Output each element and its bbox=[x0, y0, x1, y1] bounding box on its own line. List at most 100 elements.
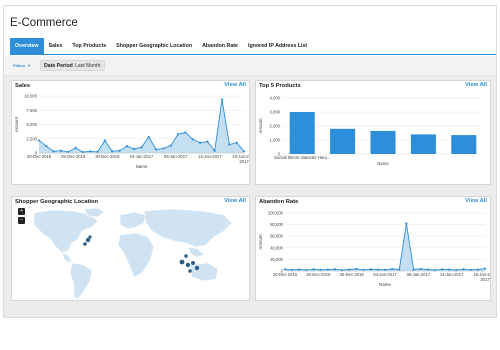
view-all-link[interactable]: View All bbox=[465, 82, 487, 88]
data-point bbox=[441, 268, 444, 271]
map-point bbox=[191, 261, 195, 265]
series-area bbox=[285, 223, 485, 271]
data-point bbox=[298, 268, 301, 271]
data-point bbox=[103, 139, 106, 142]
data-point bbox=[155, 148, 158, 151]
europe-shape bbox=[119, 211, 147, 230]
app-title: E-Commerce bbox=[10, 17, 78, 29]
top-products-chart: 01,0002,0003,0004,000Earrall 50mm diamet… bbox=[258, 96, 484, 166]
tab-top-products[interactable]: Top Products bbox=[67, 38, 111, 55]
filter-bar: Filters ▼ Date Period Last Month bbox=[4, 56, 496, 76]
data-point bbox=[462, 268, 465, 271]
abandon-rate-chart: 020,00040,00060,00080,000100,00020-Dec-2… bbox=[258, 211, 490, 288]
x-tick-label: 09-Jan-2017 bbox=[407, 272, 431, 277]
data-point bbox=[111, 150, 114, 153]
data-point bbox=[398, 268, 401, 271]
africa-shape bbox=[117, 232, 155, 278]
data-point bbox=[191, 138, 194, 141]
x-tick-label: 30-Dec-2016 bbox=[95, 154, 120, 159]
view-all-link[interactable]: View All bbox=[224, 82, 246, 88]
x-axis-label: Name bbox=[379, 282, 391, 287]
data-point bbox=[412, 268, 415, 271]
y-tick-label: 100,000 bbox=[268, 211, 284, 216]
tab-bar: Overview Sales Top Products Shopper Geog… bbox=[10, 38, 312, 55]
data-point bbox=[198, 141, 202, 144]
data-point bbox=[326, 268, 329, 271]
data-point bbox=[184, 131, 187, 134]
data-point bbox=[283, 268, 287, 271]
bar bbox=[289, 112, 315, 154]
map-point bbox=[179, 259, 185, 265]
bar bbox=[330, 128, 356, 154]
date-period-chip[interactable]: Date Period Last Month bbox=[40, 60, 105, 71]
data-point bbox=[426, 268, 429, 271]
x-tick-label: Earrall 50mm diameter Hanj... bbox=[274, 155, 330, 160]
filters-toggle[interactable]: Filters ▼ bbox=[11, 63, 31, 69]
data-point bbox=[419, 267, 422, 271]
data-point bbox=[312, 268, 315, 271]
data-point bbox=[291, 268, 294, 271]
dashboard-frame: E-Commerce Overview Sales Top Products S… bbox=[3, 5, 497, 318]
y-tick-label: 1,000 bbox=[270, 138, 281, 143]
data-point bbox=[242, 150, 246, 153]
chip-label: Date Period bbox=[44, 63, 73, 69]
world-map[interactable] bbox=[12, 207, 249, 301]
chevron-down-icon: ▼ bbox=[27, 63, 31, 68]
y-tick-label: 7,500 bbox=[27, 108, 38, 113]
bar bbox=[410, 134, 436, 154]
y-axis-label: Amount bbox=[258, 234, 263, 250]
y-tick-label: 5,000 bbox=[27, 122, 38, 127]
chip-value: Last Month bbox=[74, 63, 101, 69]
map-point bbox=[184, 254, 188, 258]
y-tick-label: 10,000 bbox=[24, 94, 37, 99]
sales-panel: Sales View All 0 2,500 5,000 7,500 10,000 20-… bbox=[11, 80, 250, 185]
data-point bbox=[169, 144, 172, 147]
asia-shape bbox=[143, 208, 233, 248]
map-point bbox=[83, 242, 87, 246]
data-point bbox=[383, 268, 387, 271]
panel-title: Abandon Rate bbox=[259, 199, 299, 205]
x-axis-label: Name bbox=[377, 161, 389, 166]
data-point bbox=[355, 267, 358, 271]
data-point bbox=[376, 268, 379, 271]
data-point bbox=[206, 140, 209, 143]
y-tick-label: 2,000 bbox=[270, 124, 281, 129]
x-tick-label: 04-Jan-2017 bbox=[373, 272, 397, 277]
data-point bbox=[333, 268, 337, 271]
x-tick-label: 25-Dec-2016 bbox=[306, 272, 331, 277]
data-point bbox=[162, 147, 165, 150]
tab-overview[interactable]: Overview bbox=[10, 38, 44, 55]
data-point bbox=[483, 267, 487, 270]
data-point bbox=[52, 150, 55, 153]
x-tick-label: 2017 bbox=[239, 159, 249, 164]
x-axis-label: Name bbox=[136, 164, 148, 169]
data-point bbox=[140, 146, 143, 149]
view-all-link[interactable]: View All bbox=[465, 198, 487, 204]
sales-chart: 02,5005,0007,50010,00020-Dec-2016 25-Dec-… bbox=[14, 94, 249, 170]
x-tick-label: 30-Dec-2016 bbox=[340, 272, 365, 277]
view-all-link[interactable]: View All bbox=[224, 198, 246, 204]
data-point bbox=[147, 135, 150, 139]
tab-ignored-ip-address-list[interactable]: Ignored IP Address List bbox=[243, 38, 312, 55]
y-tick-label: 40,000 bbox=[270, 245, 283, 250]
tab-abandon-rate[interactable]: Abandon Rate bbox=[197, 38, 243, 55]
map-point bbox=[194, 265, 200, 271]
data-point bbox=[118, 149, 121, 152]
tab-sales[interactable]: Sales bbox=[44, 38, 68, 55]
page: E-Commerce Overview Sales Top Products S… bbox=[0, 0, 500, 350]
australia-shape bbox=[189, 262, 219, 282]
y-axis-label: Amount bbox=[258, 118, 263, 134]
data-point bbox=[220, 98, 224, 101]
data-point bbox=[89, 150, 92, 153]
x-tick-label: 20-Dec-2016 bbox=[27, 154, 52, 159]
data-point bbox=[362, 268, 365, 271]
x-tick-label: 14-Jan-2017 bbox=[440, 272, 464, 277]
southeast-asia-shape bbox=[187, 246, 205, 258]
data-point bbox=[235, 141, 238, 144]
data-point bbox=[213, 149, 216, 152]
tab-shopper-geographic-location[interactable]: Shopper Geographic Location bbox=[111, 38, 197, 55]
data-point bbox=[476, 268, 479, 271]
data-point bbox=[228, 143, 231, 146]
y-axis-label: Amount bbox=[14, 116, 19, 132]
y-tick-label: 2,500 bbox=[27, 136, 38, 141]
